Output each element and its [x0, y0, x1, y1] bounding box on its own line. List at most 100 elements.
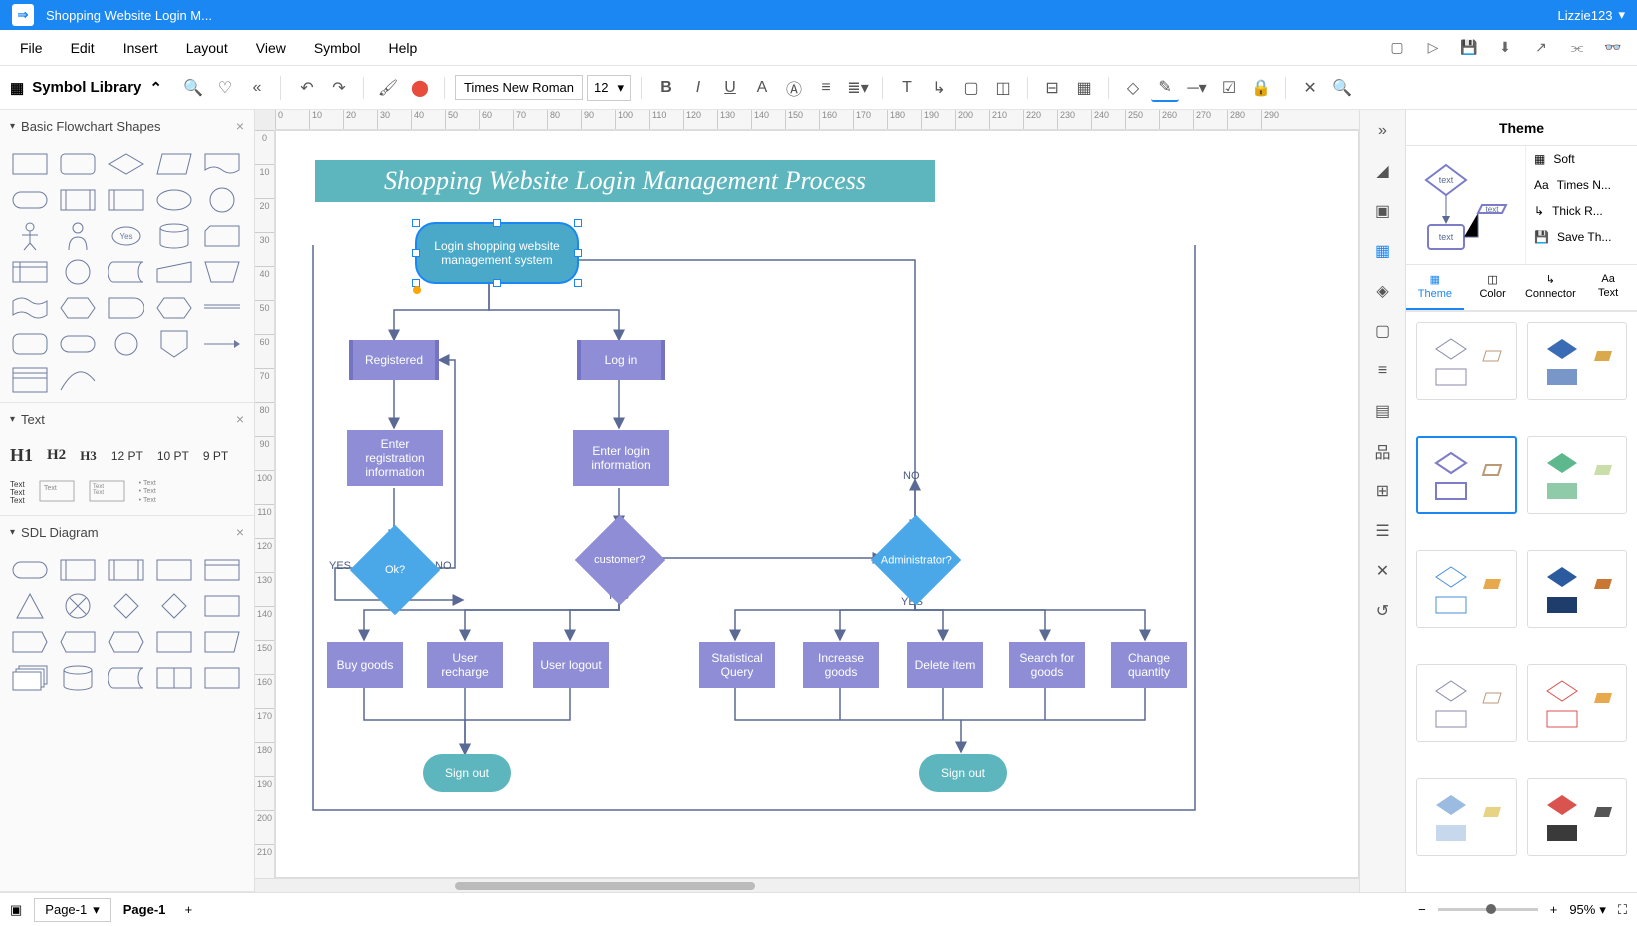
- shape-circle3[interactable]: [106, 330, 146, 358]
- text-box[interactable]: Text: [39, 480, 75, 505]
- node-enter-reg[interactable]: Enter registration information: [347, 430, 443, 486]
- sdl-shape-10[interactable]: [202, 628, 242, 656]
- format-painter-button[interactable]: 🖌: [374, 74, 402, 102]
- sdl-shape-2[interactable]: [58, 556, 98, 584]
- flowchart-shapes-header[interactable]: ▾ Basic Flowchart Shapes ×: [0, 110, 254, 142]
- org-icon[interactable]: 品: [1370, 438, 1396, 464]
- bold-button[interactable]: B: [652, 74, 680, 102]
- node-increase[interactable]: Increase goods: [803, 642, 879, 688]
- tab-connector[interactable]: ↳Connector: [1522, 265, 1580, 310]
- shape-pill[interactable]: [58, 330, 98, 358]
- close-icon[interactable]: ×: [236, 524, 244, 540]
- zoom-slider[interactable]: [1438, 908, 1538, 911]
- theme-card-8[interactable]: [1527, 664, 1628, 742]
- underline-button[interactable]: U: [716, 74, 744, 102]
- add-page-button[interactable]: +: [177, 899, 199, 921]
- sdl-shape-6[interactable]: [10, 628, 50, 656]
- export-icon[interactable]: ↗: [1529, 36, 1553, 60]
- tab-color[interactable]: ◫Color: [1464, 265, 1522, 310]
- play-icon[interactable]: ▷: [1421, 36, 1445, 60]
- node-recharge[interactable]: User recharge: [427, 642, 503, 688]
- node-enter-login[interactable]: Enter login information: [573, 430, 669, 486]
- close-icon[interactable]: ×: [236, 118, 244, 134]
- shape-terminator[interactable]: [10, 186, 50, 214]
- node-admin-decision[interactable]: Administrator?: [871, 515, 962, 606]
- sdl-shape-11[interactable]: [106, 664, 146, 692]
- shape-document[interactable]: [202, 150, 242, 178]
- sdl-shape-4[interactable]: [154, 556, 194, 584]
- glasses-icon[interactable]: 👓: [1601, 36, 1625, 60]
- sdl-shape-13[interactable]: [202, 664, 242, 692]
- theme-card-10[interactable]: [1527, 778, 1628, 856]
- text-box-button[interactable]: T: [893, 74, 921, 102]
- node-stat[interactable]: Statistical Query: [699, 642, 775, 688]
- theme-card-3[interactable]: [1416, 436, 1517, 514]
- shape-predefined[interactable]: [58, 186, 98, 214]
- shape-decision[interactable]: [106, 150, 146, 178]
- shape-curve[interactable]: [58, 366, 98, 394]
- tab-theme[interactable]: ▦Theme: [1406, 265, 1464, 310]
- page-select[interactable]: Page-1▾: [34, 898, 110, 922]
- sdl-shape-9[interactable]: [154, 628, 194, 656]
- node-registered[interactable]: Registered: [349, 340, 439, 380]
- shape-offpage[interactable]: [154, 330, 194, 358]
- line-spacing-button[interactable]: ≣▾: [844, 74, 872, 102]
- node-start[interactable]: Login shopping website management system: [417, 224, 577, 282]
- layout-icon[interactable]: ▣: [10, 902, 22, 918]
- theme-card-4[interactable]: [1527, 436, 1628, 514]
- text-bullets[interactable]: • Text• Text• Text: [139, 480, 156, 505]
- theme-card-2[interactable]: [1527, 322, 1628, 400]
- list-icon[interactable]: ☰: [1370, 518, 1396, 544]
- redo-button[interactable]: ↷: [325, 74, 353, 102]
- font-color-button[interactable]: A: [748, 74, 776, 102]
- app-logo[interactable]: ⇒: [12, 4, 34, 26]
- font-size-select[interactable]: 12▾: [587, 75, 631, 101]
- sdl-shapes-header[interactable]: ▾ SDL Diagram ×: [0, 516, 254, 548]
- shape-stored[interactable]: [106, 258, 146, 286]
- shape-internal[interactable]: [10, 258, 50, 286]
- sdl-shape-stack[interactable]: [10, 664, 50, 692]
- line-style-button[interactable]: ─▾: [1183, 74, 1211, 102]
- fullscreen-icon[interactable]: ⛶: [1618, 902, 1627, 918]
- user-menu[interactable]: Lizzie123 ▾: [1558, 7, 1625, 23]
- picture-icon[interactable]: ▤: [1370, 398, 1396, 424]
- sdl-shape-5[interactable]: [202, 556, 242, 584]
- sdl-shape-x[interactable]: [58, 592, 98, 620]
- theme-opt-save[interactable]: 💾Save Th...: [1526, 224, 1637, 250]
- page-current-label[interactable]: Page-1: [123, 902, 166, 917]
- shape-annotation[interactable]: [10, 366, 50, 394]
- lock-button[interactable]: 🔒: [1247, 74, 1275, 102]
- collapse-icon[interactable]: «: [246, 77, 268, 99]
- menu-layout[interactable]: Layout: [172, 34, 242, 62]
- shape-predefined2[interactable]: [106, 186, 146, 214]
- text-h1[interactable]: H1: [10, 445, 33, 466]
- horizontal-scrollbar[interactable]: [255, 878, 1359, 892]
- text-10pt[interactable]: 10 PT: [157, 449, 189, 463]
- shape-prep[interactable]: [58, 294, 98, 322]
- node-logout[interactable]: User logout: [533, 642, 609, 688]
- node-signout-1[interactable]: Sign out: [423, 754, 511, 792]
- canvas[interactable]: Shopping Website Login Management Proces…: [275, 130, 1359, 878]
- node-customer-decision[interactable]: customer?: [575, 515, 666, 606]
- settings-icon[interactable]: ✕: [1296, 74, 1324, 102]
- node-signout-2[interactable]: Sign out: [919, 754, 1007, 792]
- text-highlight-button[interactable]: Ⓐ: [780, 74, 808, 102]
- history-icon[interactable]: ↺: [1370, 598, 1396, 624]
- theme-card-7[interactable]: [1416, 664, 1517, 742]
- favorite-icon[interactable]: ♡: [214, 77, 236, 99]
- text-9pt[interactable]: 9 PT: [203, 449, 228, 463]
- clear-format-button[interactable]: ⬤: [406, 74, 434, 102]
- shape-yes-label[interactable]: Yes: [106, 222, 146, 250]
- theme-grid-icon[interactable]: ▦: [1370, 238, 1396, 264]
- line-color-button[interactable]: ✎: [1151, 74, 1179, 102]
- shape-actor[interactable]: [10, 222, 50, 250]
- zoom-level[interactable]: 95%▾: [1569, 902, 1606, 918]
- align-objects-button[interactable]: ⊟: [1038, 74, 1066, 102]
- text-h3[interactable]: H3: [80, 448, 97, 464]
- sdl-shape-3[interactable]: [106, 556, 146, 584]
- shape-card[interactable]: [202, 222, 242, 250]
- present-icon[interactable]: ▢: [1370, 318, 1396, 344]
- theme-opt-soft[interactable]: ▦Soft: [1526, 146, 1637, 172]
- tab-text[interactable]: AaText: [1579, 265, 1637, 310]
- snap-icon[interactable]: ⊞: [1370, 478, 1396, 504]
